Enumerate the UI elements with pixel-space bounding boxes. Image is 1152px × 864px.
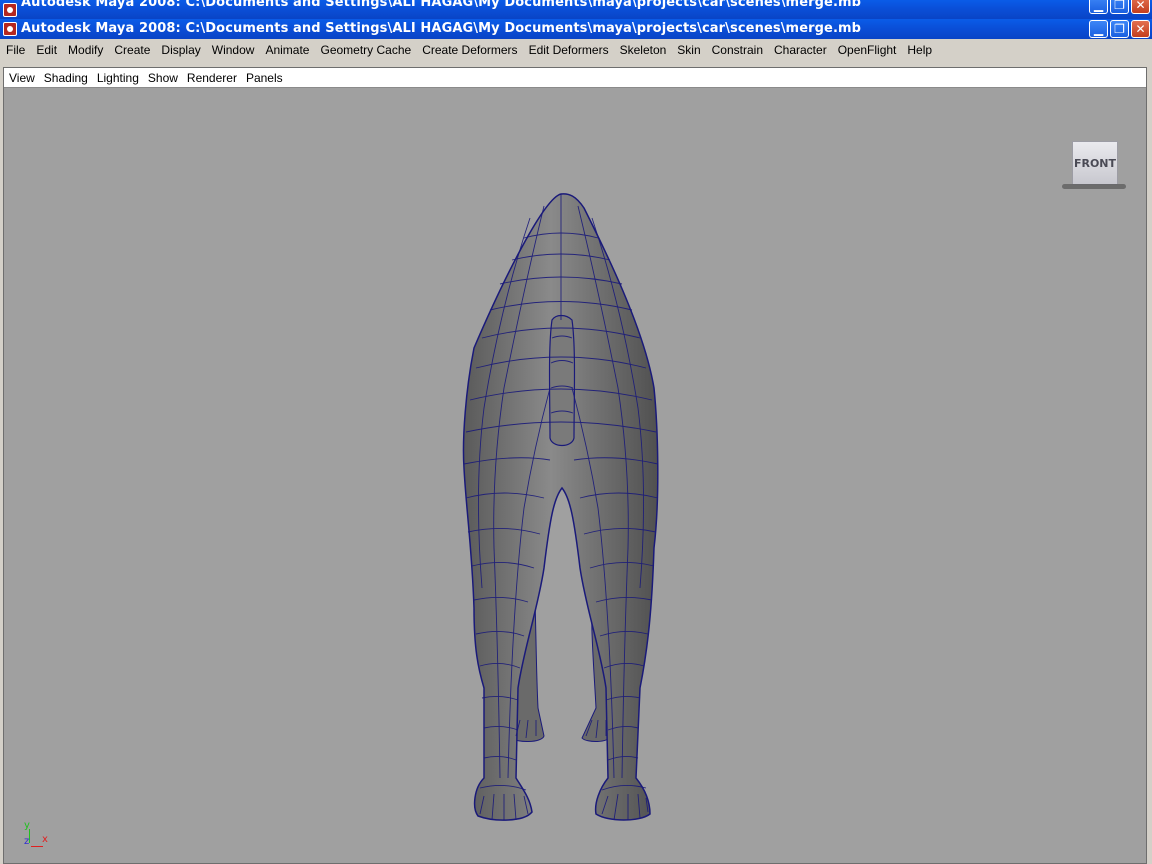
restore-icon[interactable]: ❐ xyxy=(1110,0,1129,14)
panel-menu-shading[interactable]: Shading xyxy=(40,68,92,88)
panel-menu-renderer[interactable]: Renderer xyxy=(183,68,241,88)
3d-viewport[interactable]: FRONT xyxy=(4,88,1146,863)
camel-tail xyxy=(548,314,576,447)
close-icon[interactable]: ✕ xyxy=(1131,0,1150,14)
axis-z-label: z xyxy=(24,836,30,847)
window-title: Autodesk Maya 2008: C:\Documents and Set… xyxy=(21,21,862,36)
menu-skeleton[interactable]: Skeleton xyxy=(615,40,672,61)
title-bar-background-window[interactable]: Autodesk Maya 2008: C:\Documents and Set… xyxy=(0,0,1152,19)
camel-mesh-render[interactable] xyxy=(4,88,1146,863)
restore-button[interactable]: ❐ xyxy=(1110,20,1129,38)
minimize-button[interactable]: ▁ xyxy=(1089,20,1108,38)
menu-display[interactable]: Display xyxy=(156,40,205,61)
menu-constrain[interactable]: Constrain xyxy=(707,40,768,61)
panel-menubar: View Shading Lighting Show Renderer Panels xyxy=(4,68,1146,88)
minimize-icon[interactable]: ▁ xyxy=(1089,0,1108,14)
menu-edit[interactable]: Edit xyxy=(31,40,62,61)
menu-help[interactable]: Help xyxy=(902,40,937,61)
axis-y-label: y xyxy=(24,820,30,831)
view-cube-shadow xyxy=(1062,184,1126,189)
menu-geometry-cache[interactable]: Geometry Cache xyxy=(315,40,416,61)
view-cube[interactable]: FRONT xyxy=(1072,141,1118,185)
close-button[interactable]: ✕ xyxy=(1131,20,1150,38)
menu-edit-deformers[interactable]: Edit Deformers xyxy=(524,40,614,61)
main-menubar: File Edit Modify Create Display Window Animate… xyxy=(0,40,1152,61)
menu-skin[interactable]: Skin xyxy=(672,40,705,61)
panel-menu-show[interactable]: Show xyxy=(144,68,182,88)
menu-character[interactable]: Character xyxy=(769,40,832,61)
menu-animate[interactable]: Animate xyxy=(260,40,314,61)
maya-app-icon[interactable] xyxy=(3,3,17,17)
panel-menu-lighting[interactable]: Lighting xyxy=(93,68,143,88)
menu-file[interactable]: File xyxy=(1,40,30,61)
menu-create-deformers[interactable]: Create Deformers xyxy=(417,40,522,61)
menu-create[interactable]: Create xyxy=(109,40,155,61)
menu-window[interactable]: Window xyxy=(207,40,260,61)
panel-menu-view[interactable]: View xyxy=(5,68,39,88)
title-bar[interactable]: Autodesk Maya 2008: C:\Documents and Set… xyxy=(0,19,1152,39)
axis-x-label: x xyxy=(42,834,48,845)
window-title-back: Autodesk Maya 2008: C:\Documents and Set… xyxy=(21,0,862,10)
menu-openflight[interactable]: OpenFlight xyxy=(833,40,902,61)
menu-modify[interactable]: Modify xyxy=(63,40,108,61)
axis-x-line xyxy=(31,846,43,847)
panel-menu-panels[interactable]: Panels xyxy=(242,68,287,88)
maya-app-icon[interactable] xyxy=(3,22,17,36)
viewport-panel[interactable]: View Shading Lighting Show Renderer Panels xyxy=(3,67,1147,864)
